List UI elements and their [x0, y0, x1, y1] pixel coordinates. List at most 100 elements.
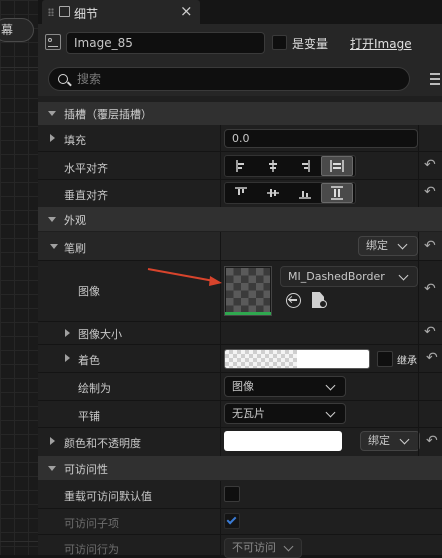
tiling-row: 平铺 无瓦片 [38, 401, 442, 427]
accessible-children-label: 可访问子项 [64, 517, 119, 530]
override-accessible-checkbox[interactable] [224, 486, 240, 502]
color-opacity-row: 颜色和不透明度 绑定 ↶ [38, 428, 442, 455]
section-appearance-header[interactable]: 外观 [38, 207, 442, 231]
open-image-link[interactable]: 打开Image [350, 35, 412, 52]
tiling-value: 无瓦片 [232, 407, 265, 420]
chevron-down-icon [325, 407, 336, 418]
column-divider [220, 125, 221, 207]
expand-icon[interactable] [65, 329, 70, 337]
tab-bar: 细节 × [38, 0, 442, 24]
image-size-row: 图像大小 ↶ [38, 322, 442, 344]
align-middle-button[interactable] [257, 183, 289, 203]
align-top-button[interactable] [225, 183, 257, 203]
inherit-checkbox[interactable] [377, 351, 393, 367]
override-accessible-label: 重载可访问默认值 [64, 490, 152, 503]
widget-name-input[interactable]: Image_85 [66, 32, 265, 54]
details-panel: 细节 × Image_85 是变量 打开Image 搜索 插槽（覆层插槽） 填充… [38, 0, 442, 558]
is-variable-label: 是变量 [292, 37, 329, 51]
search-icon [319, 300, 327, 308]
inherit-label: 继承 [397, 356, 417, 367]
accessible-children-checkbox[interactable] [224, 513, 240, 529]
asset-type-bar [225, 312, 271, 315]
draw-as-row: 绘制为 图像 [38, 373, 442, 400]
collapse-icon[interactable] [48, 111, 56, 116]
align-vfill-button[interactable] [321, 183, 353, 203]
tint-color-swatch[interactable] [224, 349, 370, 369]
expand-icon[interactable] [50, 134, 55, 142]
widget-type-icon [45, 34, 61, 50]
color-opacity-label: 颜色和不透明度 [64, 437, 141, 450]
details-icon [59, 6, 70, 17]
search-input[interactable]: 搜索 [48, 67, 410, 91]
color-bind-dropdown[interactable]: 绑定 [360, 431, 420, 451]
expand-icon[interactable] [65, 354, 70, 362]
reset-icon[interactable]: ↶ [426, 433, 438, 449]
h-align-row: 水平对齐 ↶ [38, 152, 442, 179]
chevron-down-icon [398, 270, 409, 281]
brush-label: 笔刷 [64, 242, 86, 255]
divider [0, 67, 38, 68]
chevron-down-icon [397, 239, 408, 250]
image-thumbnail[interactable] [224, 266, 272, 316]
search-icon [58, 74, 72, 87]
collapse-icon[interactable] [48, 466, 56, 471]
reset-icon[interactable]: ↶ [424, 184, 436, 200]
close-icon[interactable]: × [180, 2, 193, 20]
screen-button[interactable]: 幕 [0, 18, 34, 42]
divider [0, 541, 38, 542]
h-align-label: 水平对齐 [64, 162, 108, 175]
annotation-arrow [147, 268, 222, 286]
tab-details[interactable]: 细节 × [42, 0, 200, 24]
h-align-group [224, 155, 356, 177]
draw-as-value: 图像 [232, 380, 254, 393]
align-bottom-button[interactable] [289, 183, 321, 203]
accessible-behavior-dropdown[interactable]: 不可访问 [224, 538, 302, 558]
align-left-button[interactable] [225, 156, 257, 176]
section-title: 可访问性 [64, 463, 108, 476]
accessible-behavior-row: 可访问行为 不可访问 [38, 535, 442, 558]
expand-icon[interactable] [50, 437, 55, 445]
padding-row: 填充 0.0 [38, 125, 442, 151]
reset-icon[interactable]: ↶ [424, 281, 436, 297]
settings-icon[interactable] [430, 72, 442, 86]
image-size-label: 图像大小 [78, 328, 122, 341]
padding-label: 填充 [64, 134, 86, 147]
color-opacity-swatch[interactable] [224, 431, 342, 451]
align-right-button[interactable] [289, 156, 321, 176]
chevron-down-icon [399, 434, 410, 445]
tint-label: 着色 [78, 354, 100, 367]
bind-dropdown[interactable]: 绑定 [358, 236, 418, 256]
tint-row: 着色 继承 ↶ [38, 345, 442, 372]
image-row: 图像 MI_DashedBorder ↶ [38, 261, 442, 321]
image-asset-dropdown[interactable]: MI_DashedBorder [280, 266, 418, 287]
tab-title: 细节 [74, 7, 99, 21]
collapse-icon[interactable] [48, 217, 56, 222]
drag-handle-icon[interactable] [48, 8, 54, 16]
draw-as-dropdown[interactable]: 图像 [224, 376, 346, 397]
reset-icon[interactable]: ↶ [426, 350, 438, 366]
use-selected-icon[interactable] [286, 293, 301, 308]
align-fill-button[interactable] [321, 156, 353, 176]
header-area: Image_85 是变量 打开Image 搜索 [38, 24, 442, 96]
section-slot-header[interactable]: 插槽（覆层插槽） [38, 102, 442, 125]
tiling-dropdown[interactable]: 无瓦片 [224, 403, 346, 424]
section-title: 外观 [64, 214, 86, 227]
section-accessibility-header[interactable]: 可访问性 [38, 456, 442, 480]
padding-input[interactable]: 0.0 [224, 129, 418, 148]
v-align-row: 垂直对齐 ↶ [38, 180, 442, 206]
column-divider [418, 125, 419, 207]
section-title: 插槽（覆层插槽） [64, 108, 152, 121]
reset-icon[interactable]: ↶ [424, 238, 436, 254]
chevron-down-icon [283, 541, 294, 552]
reset-icon[interactable]: ↶ [424, 157, 436, 173]
align-center-button[interactable] [257, 156, 289, 176]
override-accessible-row: 重载可访问默认值 [38, 481, 442, 508]
is-variable-checkbox[interactable] [272, 35, 287, 50]
column-divider [220, 481, 221, 555]
image-label: 图像 [78, 285, 100, 298]
column-divider [418, 232, 419, 456]
reset-icon[interactable]: ↶ [424, 324, 436, 340]
v-align-label: 垂直对齐 [64, 189, 108, 202]
accessible-children-row: 可访问子项 [38, 509, 442, 534]
collapse-icon[interactable] [50, 244, 58, 249]
